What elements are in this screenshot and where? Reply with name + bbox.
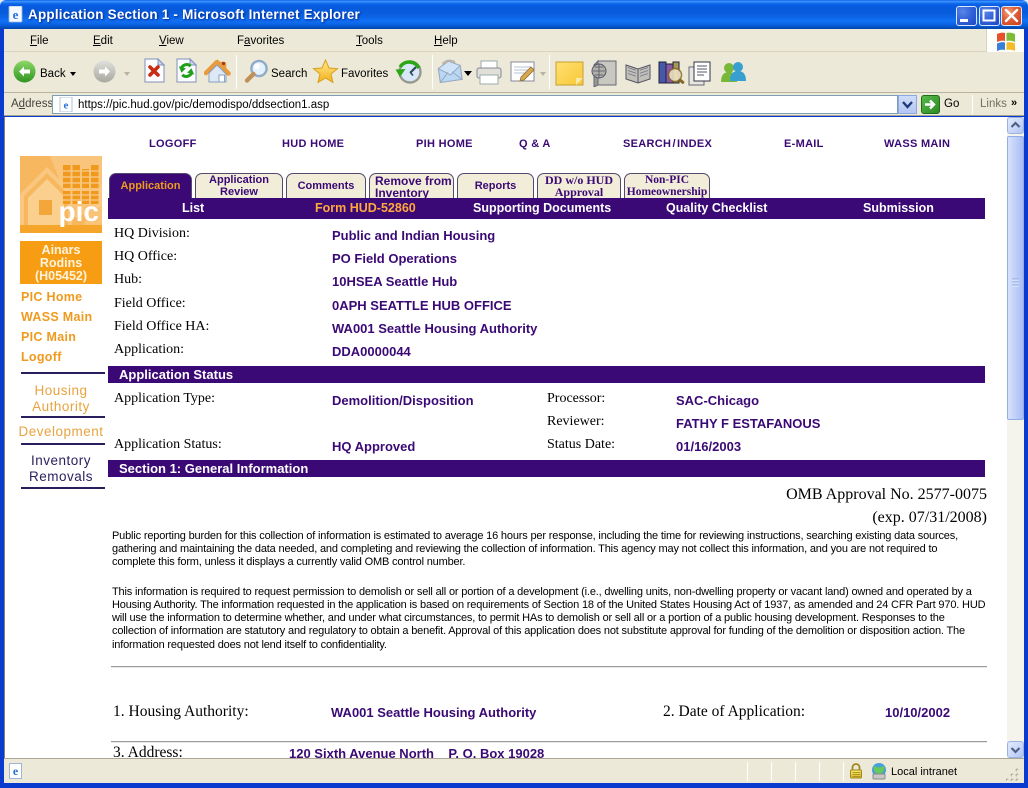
svg-text:e: e: [13, 764, 19, 778]
svg-text:e: e: [64, 100, 69, 112]
svg-text:pic: pic: [59, 196, 99, 227]
svg-text:e: e: [13, 7, 19, 22]
